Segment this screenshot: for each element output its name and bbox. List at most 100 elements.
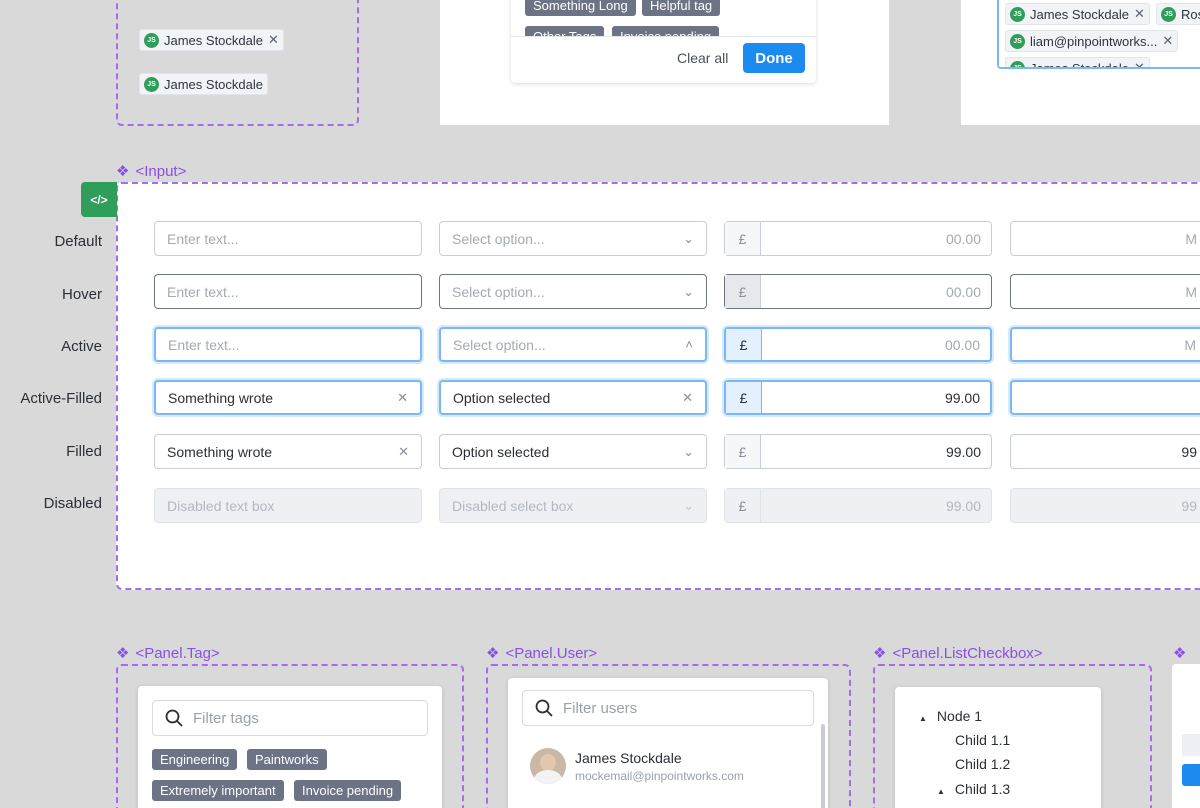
user-chip-label: James Stockdale [1030, 60, 1129, 69]
close-icon[interactable]: ✕ [268, 32, 279, 48]
tag[interactable]: Paintworks [247, 749, 327, 770]
input-value: Something wrote [168, 389, 274, 406]
select-value: Option selected [453, 389, 551, 406]
tree-node[interactable]: Child 1.1 [955, 732, 1010, 748]
select-input[interactable]: Option selected ✕ [439, 380, 707, 415]
amount-placeholder: 00.00 [945, 283, 981, 300]
amount-value: 99.00 [945, 497, 981, 514]
panel-tag: Filter tags Engineering Paintworks Extre… [138, 686, 442, 808]
search-placeholder: Filter tags [193, 709, 259, 727]
filter-users-input[interactable]: Filter users [522, 690, 814, 726]
extra-input[interactable] [1010, 380, 1200, 415]
user-chip: JS James Stockdale ✕ [1005, 3, 1150, 25]
section-title-text: <Input> [135, 162, 187, 180]
currency-input[interactable]: £99.00 [724, 380, 992, 415]
tree-node[interactable]: ▲ Node 1 [919, 708, 982, 724]
currency-input[interactable]: £99.00 [724, 434, 992, 469]
extra-input[interactable]: M [1010, 327, 1200, 362]
tree-node[interactable]: Child 1.2 [955, 756, 1010, 772]
text-input: Disabled text box [154, 488, 422, 523]
tag[interactable]: Invoice pending [294, 780, 402, 801]
tag[interactable]: Engineering [152, 749, 238, 770]
partial-button[interactable] [1182, 764, 1200, 786]
currency-input[interactable]: £00.00 [724, 221, 992, 256]
currency-symbol: £ [725, 222, 761, 255]
clear-all-link[interactable]: Clear all [677, 50, 728, 66]
user-chip-label: James Stockdale [164, 76, 263, 92]
tag[interactable]: Extremely important [152, 780, 284, 801]
search-icon [165, 709, 183, 727]
input-value: Something wrote [167, 443, 273, 460]
select-input[interactable]: Select option... ⌄ [439, 274, 707, 309]
filter-tags-input[interactable]: Filter tags [152, 700, 428, 736]
avatar: JS [144, 76, 159, 92]
user-list-item[interactable]: James Stockdale mockemail@pinpointworks.… [530, 748, 810, 788]
select-input[interactable]: Select option... ˄ [439, 327, 707, 362]
node-label: Child 1.1 [955, 732, 1011, 748]
clear-icon[interactable]: ✕ [682, 390, 693, 406]
text-input[interactable]: Something wrote ✕ [154, 434, 422, 469]
component-icon: ❖ [873, 645, 887, 662]
clear-icon[interactable]: ✕ [397, 390, 408, 406]
tag[interactable]: Other Tags [525, 26, 605, 36]
currency-input[interactable]: £00.00 [724, 274, 992, 309]
row-label-filled: Filled [66, 443, 102, 460]
row-label-disabled: Disabled [43, 495, 102, 512]
extra-text: 99 [1181, 497, 1197, 514]
select-value: Option selected [452, 443, 550, 460]
tree-node[interactable]: ▲ Child 1.3 [937, 781, 1010, 797]
text-input[interactable]: Enter text... [154, 327, 422, 362]
user-chip-label: James Stockdale [1030, 6, 1129, 22]
currency-symbol: £ [726, 329, 762, 360]
email-chip: JS liam@pinpointworks... ✕ [1005, 30, 1179, 52]
text-input[interactable]: Something wrote ✕ [154, 380, 422, 415]
extra-input[interactable]: M [1010, 221, 1200, 256]
amount-value: 99.00 [945, 443, 981, 460]
chevron-down-icon: ⌄ [683, 497, 694, 513]
section-title-input: ❖ <Input> [116, 162, 187, 181]
section-title-panel-tag: ❖ <Panel.Tag> [116, 644, 220, 663]
select-input[interactable]: Option selected ⌄ [439, 434, 707, 469]
user-email: mockemail@pinpointworks.com [575, 769, 744, 783]
panel-user: Filter users James Stockdale mockemail@p… [508, 678, 828, 808]
component-icon: ❖ [116, 645, 130, 662]
text-input[interactable]: Enter text... [154, 274, 422, 309]
avatar: JS [144, 32, 159, 48]
close-icon[interactable]: ✕ [1162, 33, 1173, 49]
text-input[interactable]: Enter text... [154, 221, 422, 256]
node-label: Child 1.2 [955, 756, 1011, 772]
row-label-hover: Hover [61, 286, 102, 303]
component-icon: ❖ [1173, 645, 1187, 662]
close-icon[interactable]: ✕ [1134, 6, 1145, 22]
currency-symbol: £ [725, 489, 761, 522]
avatar: JS [1010, 33, 1025, 49]
extra-text: M [1184, 336, 1196, 353]
code-icon[interactable]: </> [81, 182, 117, 217]
extra-input[interactable]: 99 [1010, 434, 1200, 469]
user-chip: JS James Stockdale [139, 73, 268, 95]
user-name: James Stockdale [575, 750, 682, 766]
tag[interactable]: Helpful tag [642, 0, 721, 16]
chevron-down-icon: ⌄ [683, 230, 694, 246]
recipient-input[interactable]: JS James Stockdale ✕ JS Ros JS liam@pinp… [997, 0, 1200, 69]
extra-input[interactable]: M [1010, 274, 1200, 309]
select-input[interactable]: Select option... ⌄ [439, 221, 707, 256]
placeholder-text: Select option... [452, 230, 545, 247]
user-chip-label: James Stockdale [164, 32, 263, 48]
extra-text: M [1185, 283, 1197, 300]
tag[interactable]: Something Long [525, 0, 636, 16]
tag[interactable]: Invoice pending [612, 26, 720, 36]
search-icon [535, 699, 553, 717]
currency-input[interactable]: £00.00 [724, 327, 992, 362]
scrollbar[interactable] [821, 724, 825, 808]
placeholder-text: Select option... [453, 336, 546, 353]
chevron-down-icon: ⌄ [683, 443, 694, 459]
section-title-panel-list: ❖ <Panel.ListCheckbox> [873, 644, 1043, 663]
clear-icon[interactable]: ✕ [398, 444, 409, 460]
caret-up-icon: ▲ [919, 714, 927, 723]
placeholder-text: Enter text... [167, 283, 239, 300]
chevron-up-icon: ˄ [685, 337, 693, 352]
section-title-text: <Panel.User> [505, 644, 598, 662]
close-icon[interactable]: ✕ [1134, 60, 1145, 67]
done-button[interactable]: Done [743, 43, 805, 73]
